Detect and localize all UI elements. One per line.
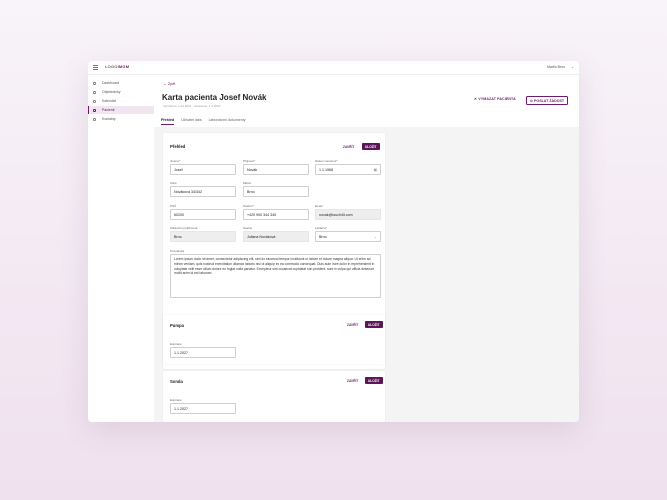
arrow-left-icon: ← xyxy=(163,82,167,86)
sidebar-item-contacts[interactable]: Kontakty xyxy=(88,115,154,123)
tab-lab-documents[interactable]: Laboratorní dokumenty xyxy=(209,118,246,125)
doctor-select[interactable]: Brno ⌄ xyxy=(315,231,381,242)
orders-icon xyxy=(93,90,96,94)
zip-field[interactable]: 60200 xyxy=(170,209,236,220)
save-button[interactable]: ULOŽIT xyxy=(365,377,383,384)
nurse-field: Juliana Nováková xyxy=(243,231,309,242)
close-button[interactable]: ZAVŘÍT xyxy=(347,379,358,383)
app-window: LOGOIMGM Martin Brno ⌄ Dashboard Objedná… xyxy=(88,61,579,422)
phone-field[interactable]: +420 900 344 345 xyxy=(243,209,309,220)
close-button[interactable]: ZAVŘÍT xyxy=(347,323,358,327)
dashboard-icon xyxy=(93,81,96,85)
close-icon: ✕ xyxy=(474,97,478,101)
expiry-field[interactable]: 1.1.2027 xyxy=(170,347,236,358)
calendar-icon[interactable]: ▦ xyxy=(374,165,377,175)
chevron-down-icon: ⌄ xyxy=(373,235,377,239)
city-label: Město xyxy=(243,181,252,185)
street-label: Ulice xyxy=(170,181,177,185)
note-textarea[interactable]: Lorem ipsum dolor sit amet, consectetur … xyxy=(170,254,381,298)
user-name: Martin Brno xyxy=(546,65,566,69)
tab-overview[interactable]: Přehled xyxy=(161,118,175,125)
send-icon: ⊙ xyxy=(530,98,534,103)
main-content: ← Zpět Karta pacienta Josef Novák Vytvoř… xyxy=(154,75,579,422)
close-button[interactable]: ZAVŘÍT xyxy=(343,145,354,149)
birth-date-label: Datum narození* xyxy=(315,159,338,163)
sidebar: Dashboard Objednávky Kalendář Pacienti K… xyxy=(88,75,154,422)
expiry-label: Expirace xyxy=(170,342,182,346)
first-name-field[interactable]: Josef xyxy=(170,164,236,175)
user-menu[interactable]: Martin Brno ⌄ xyxy=(547,65,574,69)
card-title: Pumpa xyxy=(170,323,184,328)
email-field: novak@touch4it.com xyxy=(315,209,381,220)
email-label: Email xyxy=(315,204,323,208)
calendar-icon xyxy=(93,99,96,103)
tab-bar: Přehled Uživatel labs Laboratorní dokume… xyxy=(161,118,246,125)
delete-patient-button[interactable]: ✕ VYMAZAT PACIENTA xyxy=(474,97,516,101)
city-field[interactable]: Brno xyxy=(243,186,309,197)
last-name-label: Příjmení* xyxy=(243,159,256,163)
sidebar-item-patients[interactable]: Pacienti xyxy=(88,106,154,114)
page-header: ← Zpět Karta pacienta Josef Novák Vytvoř… xyxy=(154,75,579,127)
birth-date-field[interactable]: 1.1.1968 ▦ xyxy=(315,164,381,175)
card-title: Sonda xyxy=(170,379,183,384)
card-title: Přehled xyxy=(170,144,186,149)
note-label: Poznámka xyxy=(170,249,185,253)
logo: LOGOIMGM xyxy=(105,64,130,69)
chevron-down-icon: ⌄ xyxy=(571,65,574,69)
sidebar-item-orders[interactable]: Objednávky xyxy=(88,88,154,96)
page-title: Karta pacienta Josef Novák xyxy=(162,93,267,102)
save-button[interactable]: ULOŽIT xyxy=(365,321,383,328)
tab-user-labs[interactable]: Uživatel labs xyxy=(181,118,201,125)
pump-card: Pumpa ZAVŘÍT ULOŽIT Expirace 1.1.2027 xyxy=(163,315,385,364)
send-request-button[interactable]: ⊙ POSLAT ŽÁDOST xyxy=(526,96,569,105)
menu-icon[interactable] xyxy=(93,65,98,70)
page-subtitle: Vytvořeno: 1.12.2021 · Upraveno: 1.1.202… xyxy=(163,104,221,108)
back-link[interactable]: ← Zpět xyxy=(163,82,175,86)
street-field[interactable]: Nováková 34/342 xyxy=(170,186,236,197)
first-name-label: Jméno* xyxy=(170,159,181,163)
phone-label: Telefon* xyxy=(243,204,254,208)
contacts-icon xyxy=(93,117,96,121)
expiry-field[interactable]: 1.1.2027 xyxy=(170,403,236,414)
probe-card: Sonda ZAVŘÍT ULOŽIT Expirace 1.1.2027 xyxy=(163,371,385,422)
insurance-label: Zdravotní pojišťovna xyxy=(170,226,198,230)
sidebar-item-calendar[interactable]: Kalendář xyxy=(88,97,154,105)
patients-icon xyxy=(93,108,96,112)
zip-label: PSČ xyxy=(170,204,177,208)
save-button[interactable]: ULOŽIT xyxy=(362,143,380,150)
sidebar-item-dashboard[interactable]: Dashboard xyxy=(88,79,154,87)
top-bar: LOGOIMGM Martin Brno ⌄ xyxy=(88,61,579,75)
expiry-label: Expirace xyxy=(170,398,182,402)
doctor-label: Lékárna* xyxy=(315,226,328,230)
last-name-field[interactable]: Novák xyxy=(243,164,309,175)
insurance-field: Brno xyxy=(170,231,236,242)
nurse-label: Sestra xyxy=(243,226,252,230)
